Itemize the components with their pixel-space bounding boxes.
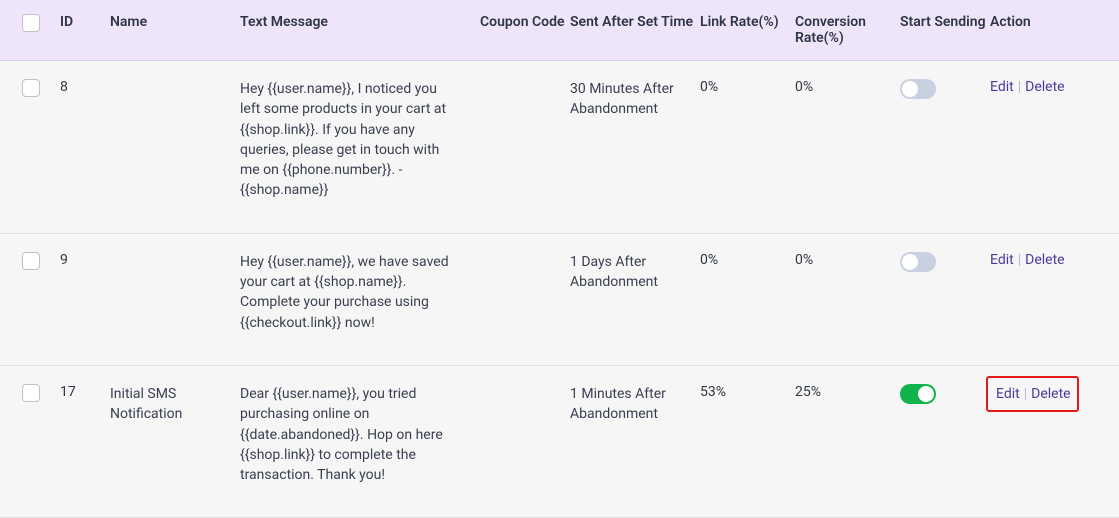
start-sending-toggle[interactable] [900,79,936,99]
toggle-knob [918,386,934,402]
cell-name [110,252,240,333]
toggle-knob [902,254,918,270]
row-checkbox[interactable] [22,79,40,97]
cell-coupon-code [480,252,570,333]
header-cell-start-sending: Start Sending [900,14,990,46]
header-cell-sent-after: Sent After Set Time [570,14,700,46]
delete-link[interactable]: Delete [1025,79,1064,95]
select-all-checkbox[interactable] [22,14,40,32]
action-separator: | [1024,386,1027,402]
cell-link-rate: 53% [700,384,795,485]
table-row: 9 Hey {{user.name}}, we have saved your c… [0,234,1119,366]
header-cell-checkbox [0,14,60,46]
start-sending-toggle[interactable] [900,384,936,404]
row-checkbox[interactable] [22,384,40,402]
cell-action: Edit|Delete [990,79,1119,201]
header-cell-text-message: Text Message [240,14,480,46]
cell-coupon-code [480,384,570,485]
action-links: Edit|Delete [990,252,1065,268]
cell-id: 9 [60,252,110,333]
cell-action: Edit|Delete [990,384,1119,485]
edit-link[interactable]: Edit [996,386,1020,402]
cell-text-message: Hey {{user.name}}, we have saved your ca… [240,252,480,333]
action-links-highlighted: Edit|Delete [986,376,1079,412]
cell-conversion-rate: 0% [795,79,900,201]
edit-link[interactable]: Edit [990,252,1014,268]
delete-link[interactable]: Delete [1025,252,1064,268]
action-separator: | [1018,79,1021,95]
cell-link-rate: 0% [700,79,795,201]
header-cell-conversion-rate: Conversion Rate(%) [795,14,900,46]
cell-start-sending [900,252,990,333]
cell-sent-after: 1 Minutes After Abandonment [570,384,700,485]
cell-sent-after: 1 Days After Abandonment [570,252,700,333]
cell-link-rate: 0% [700,252,795,333]
header-cell-link-rate: Link Rate(%) [700,14,795,46]
edit-link[interactable]: Edit [990,79,1014,95]
cell-name: Initial SMS Notification [110,384,240,485]
row-checkbox[interactable] [22,252,40,270]
cell-conversion-rate: 0% [795,252,900,333]
header-cell-action: Action [990,14,1119,46]
start-sending-toggle[interactable] [900,252,936,272]
cell-conversion-rate: 25% [795,384,900,485]
cell-text-message: Dear {{user.name}}, you tried purchasing… [240,384,480,485]
cell-checkbox [0,384,60,485]
cell-id: 17 [60,384,110,485]
header-cell-name: Name [110,14,240,46]
cell-action: Edit|Delete [990,252,1119,333]
cell-start-sending [900,384,990,485]
delete-link[interactable]: Delete [1031,386,1070,402]
table-header-row: ID Name Text Message Coupon Code Sent Af… [0,0,1119,61]
header-cell-id: ID [60,14,110,46]
cell-text-message: Hey {{user.name}}, I noticed you left so… [240,79,480,201]
table-row: 17Initial SMS NotificationDear {{user.na… [0,366,1119,518]
header-cell-coupon-code: Coupon Code [480,14,570,46]
cell-start-sending [900,79,990,201]
action-links: Edit|Delete [990,79,1065,95]
table-row: 8 Hey {{user.name}}, I noticed you left s… [0,61,1119,234]
cell-sent-after: 30 Minutes After Abandonment [570,79,700,201]
cell-id: 8 [60,79,110,201]
cell-checkbox [0,79,60,201]
action-separator: | [1018,252,1021,268]
sms-table: ID Name Text Message Coupon Code Sent Af… [0,0,1119,518]
cell-coupon-code [480,79,570,201]
toggle-knob [902,81,918,97]
cell-name [110,79,240,201]
cell-checkbox [0,252,60,333]
